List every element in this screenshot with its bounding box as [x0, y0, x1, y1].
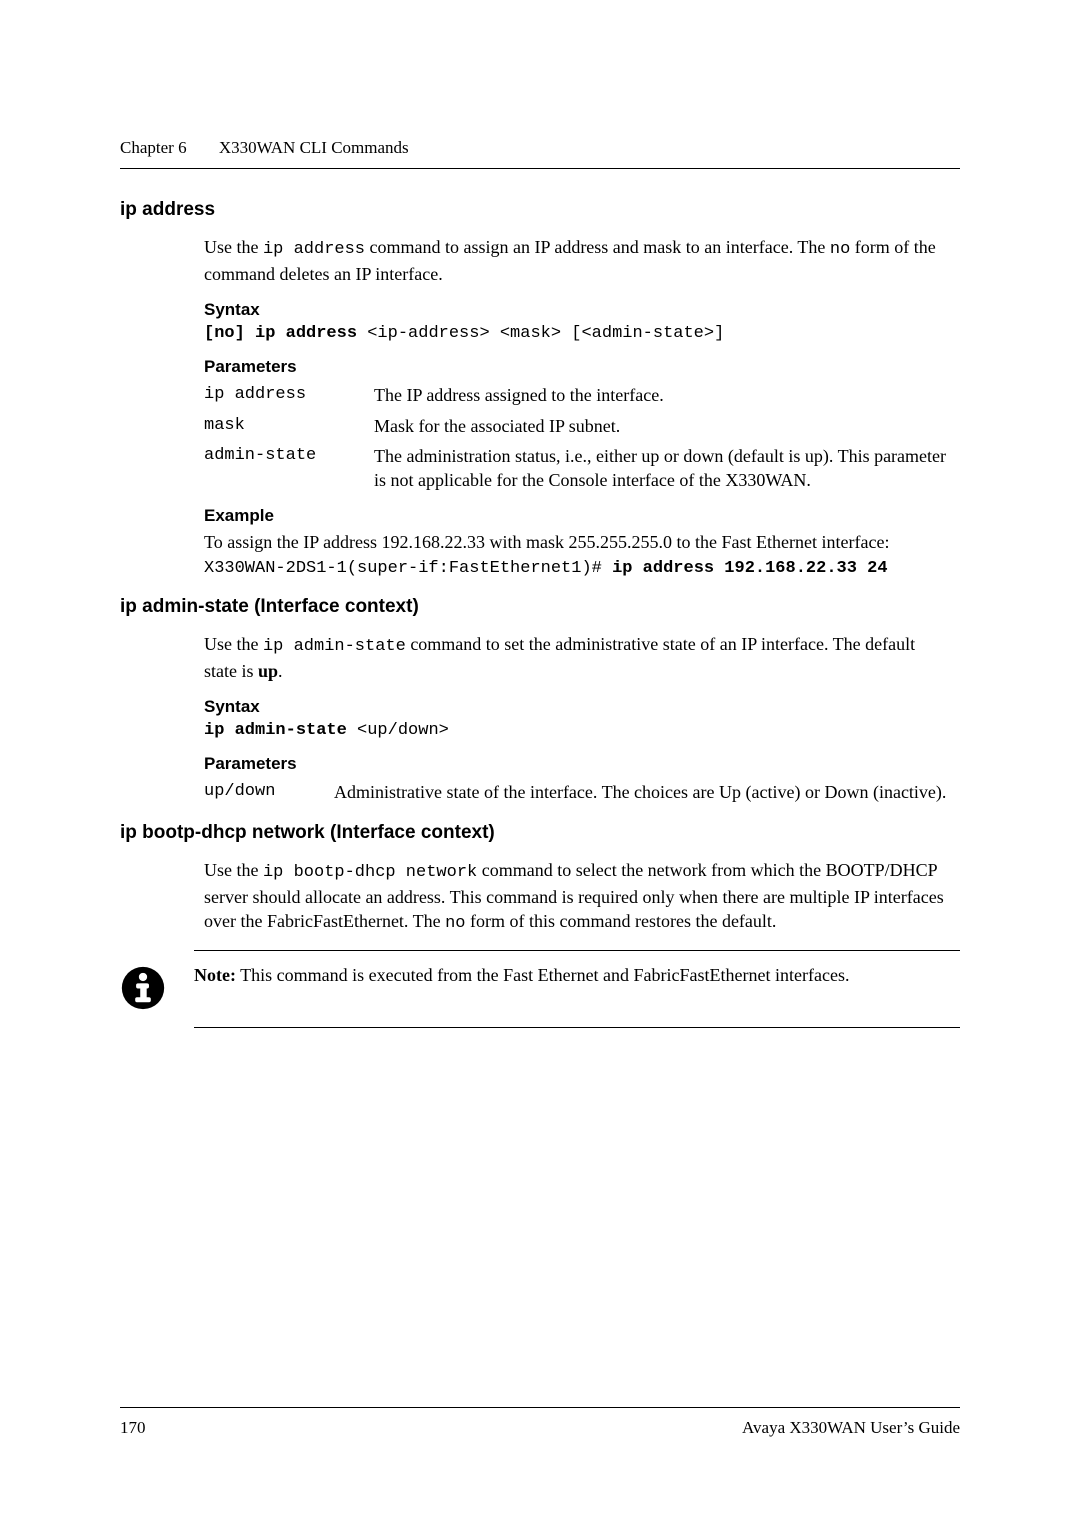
section-heading-ip-address: ip address	[120, 199, 960, 221]
note-rule-bottom	[194, 1027, 960, 1028]
parameters-heading: Parameters	[204, 754, 950, 774]
syntax-line: [no] ip address <ip-address> <mask> [<ad…	[204, 324, 950, 343]
example-heading: Example	[204, 506, 950, 526]
chapter-label: Chapter 6	[120, 138, 187, 157]
header-rule	[120, 168, 960, 169]
page-number: 170	[120, 1418, 146, 1438]
note-text: Note: This command is executed from the …	[194, 963, 849, 987]
param-key: mask	[204, 414, 374, 438]
param-key: ip address	[204, 383, 374, 407]
section-heading-ip-bootp-dhcp: ip bootp-dhcp network (Interface context…	[120, 822, 960, 844]
section-heading-ip-admin-state: ip admin-state (Interface context)	[120, 596, 960, 618]
syntax-heading: Syntax	[204, 300, 950, 320]
chapter-title: X330WAN CLI Commands	[219, 138, 409, 157]
info-icon	[120, 965, 166, 1011]
param-row: mask Mask for the associated IP subnet.	[204, 414, 950, 438]
param-desc: Administrative state of the interface. T…	[334, 780, 950, 804]
syntax-line: ip admin-state <up/down>	[204, 721, 950, 740]
page-footer: 170 Avaya X330WAN User’s Guide	[120, 1407, 960, 1438]
running-header: Chapter 6 X330WAN CLI Commands	[120, 138, 960, 158]
ip-address-intro: Use the ip address command to assign an …	[204, 235, 950, 286]
ip-bootp-dhcp-intro: Use the ip bootp-dhcp network command to…	[204, 858, 950, 936]
param-key: admin-state	[204, 444, 374, 493]
note-rule-top	[194, 950, 960, 951]
example-intro: To assign the IP address 192.168.22.33 w…	[204, 530, 950, 554]
ip-admin-state-intro: Use the ip admin-state command to set th…	[204, 632, 950, 683]
book-title: Avaya X330WAN User’s Guide	[742, 1418, 960, 1438]
example-code: X330WAN-2DS1-1(super-if:FastEthernet1)# …	[204, 559, 950, 578]
param-desc: The administration status, i.e., either …	[374, 444, 950, 493]
param-row: admin-state The administration status, i…	[204, 444, 950, 493]
param-desc: The IP address assigned to the interface…	[374, 383, 950, 407]
param-desc: Mask for the associated IP subnet.	[374, 414, 950, 438]
syntax-heading: Syntax	[204, 697, 950, 717]
param-row: up/down Administrative state of the inte…	[204, 780, 950, 804]
parameters-heading: Parameters	[204, 357, 950, 377]
param-row: ip address The IP address assigned to th…	[204, 383, 950, 407]
param-key: up/down	[204, 780, 334, 804]
